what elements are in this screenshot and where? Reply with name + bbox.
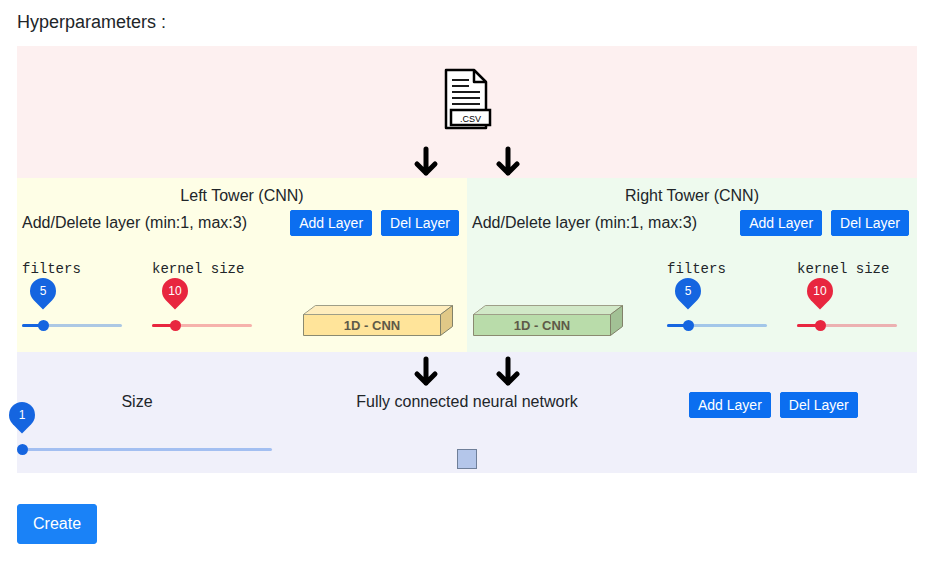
slider-track[interactable]: 10 [797, 324, 897, 327]
dense-toolbar: Add Layer Del Layer [657, 390, 917, 469]
slider-label: kernel size [797, 260, 897, 278]
slider-value: 1 [5, 402, 39, 428]
down-arrow-icon [492, 146, 524, 178]
page: Hyperparameters :.CSVLeft Tower (CNN)Add… [0, 0, 934, 544]
slider-label: Size [22, 390, 272, 414]
slider-area: 5 [22, 278, 122, 338]
slider-knob[interactable] [38, 320, 49, 331]
slider-value: 5 [26, 278, 60, 304]
slider-label: kernel size [152, 260, 252, 278]
tower-toolbar: Add/Delete layer (min:1, max:3) Add Layer… [17, 210, 467, 236]
layer-label: 1D - CNN [344, 318, 400, 333]
file-type-label: .CSV [460, 114, 481, 124]
slider-track-rest [22, 448, 272, 451]
cnn-tower: Right Tower (CNN) Add/Delete layer (min:1… [467, 178, 917, 352]
csv-file-icon: .CSV [442, 68, 492, 130]
towers: Left Tower (CNN)Add/Delete layer (min:1,… [17, 178, 917, 352]
slider-value-pin: 5 [675, 278, 701, 304]
dense-layers: Fully connected neural network [277, 390, 657, 469]
slider-area: 5 [667, 278, 767, 338]
section-title: Hyperparameters : [17, 10, 917, 34]
slider-value: 10 [158, 278, 192, 304]
delete-layer-button[interactable]: Del Layer [831, 210, 909, 236]
layer-hint: Add/Delete layer (min:1, max:3) [472, 213, 731, 233]
slider[interactable]: kernel size10 [797, 260, 897, 338]
create-button[interactable]: Create [17, 504, 97, 544]
slider[interactable]: kernel size10 [152, 260, 252, 338]
slider-track[interactable]: 5 [22, 324, 122, 327]
slider-group: filters5kernel size10 [667, 260, 897, 338]
slider-value-pin: 5 [30, 278, 56, 304]
tower-title: Right Tower (CNN) [467, 178, 917, 206]
slider[interactable]: filters5 [667, 260, 767, 338]
slider-value-pin: 10 [162, 278, 188, 304]
cnn-tower: Left Tower (CNN) Add/Delete layer (min:1,… [17, 178, 467, 352]
input-area: .CSV [17, 46, 917, 178]
slider-track[interactable]: 10 [152, 324, 252, 327]
tower-title: Left Tower (CNN) [17, 178, 467, 206]
down-arrow-icon [410, 146, 442, 178]
dense-title: Fully connected neural network [277, 390, 657, 414]
model-builder: .CSVLeft Tower (CNN)Add/Delete layer (mi… [17, 46, 917, 473]
add-layer-button[interactable]: Add Layer [290, 210, 372, 236]
slider-group: filters5kernel size10 [22, 260, 252, 338]
delete-layer-button[interactable]: Del Layer [381, 210, 459, 236]
dense-controls: Size1Fully connected neural networkAdd L… [17, 390, 917, 469]
slider-label: filters [22, 260, 122, 278]
slider-knob[interactable] [815, 320, 826, 331]
slider[interactable]: Size 1 [22, 390, 272, 459]
slider-value: 10 [803, 278, 837, 304]
slider[interactable]: filters5 [22, 260, 122, 338]
add-layer-button[interactable]: Add Layer [689, 392, 771, 418]
tower-body: filters5kernel size101D - CNN [17, 260, 467, 338]
dense-size: Size 1 [17, 390, 277, 469]
delete-layer-button[interactable]: Del Layer [780, 392, 858, 418]
cnn-layer-box: 1D - CNN [303, 305, 455, 337]
slider-track[interactable]: 1 [22, 448, 272, 451]
slider-knob[interactable] [17, 444, 28, 455]
tower-body: filters5kernel size101D - CNN [467, 260, 917, 338]
slider-track[interactable]: 5 [667, 324, 767, 327]
tower-toolbar: Add/Delete layer (min:1, max:3) Add Layer… [467, 210, 917, 236]
slider-area: 10 [152, 278, 252, 338]
dense-layer-box [457, 449, 477, 469]
add-layer-button[interactable]: Add Layer [740, 210, 822, 236]
arrows [410, 146, 524, 178]
slider-value-pin: 1 [9, 402, 35, 428]
dense-area: Size1Fully connected neural networkAdd L… [17, 352, 917, 473]
down-arrow-icon [492, 356, 524, 388]
slider-value-pin: 10 [807, 278, 833, 304]
slider-area: 10 [797, 278, 897, 338]
slider-knob[interactable] [170, 320, 181, 331]
layer-hint: Add/Delete layer (min:1, max:3) [22, 213, 281, 233]
slider-label: filters [667, 260, 767, 278]
cnn-layer-box: 1D - CNN [473, 305, 625, 337]
arrows [17, 352, 917, 388]
down-arrow-icon [410, 356, 442, 388]
layer-label: 1D - CNN [514, 318, 570, 333]
slider-value: 5 [671, 278, 705, 304]
slider-area: 1 [22, 414, 272, 459]
slider-knob[interactable] [683, 320, 694, 331]
